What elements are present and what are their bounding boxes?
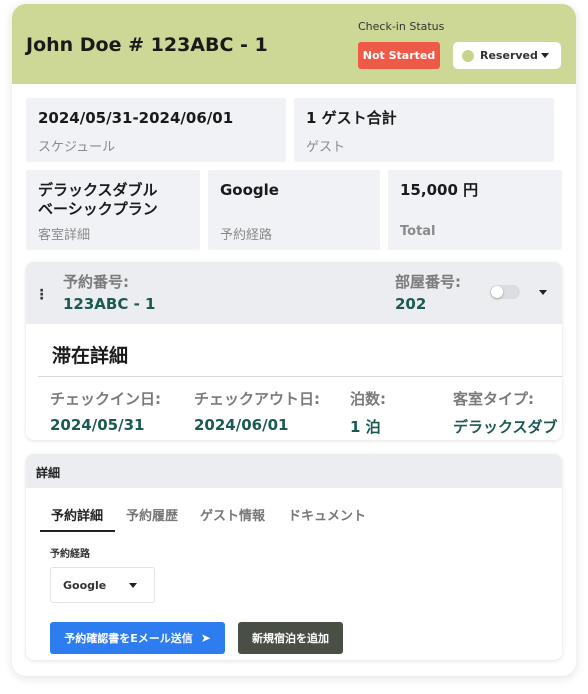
reservation-number-value: 123ABC - 1	[63, 295, 156, 313]
total-value: 15,000 円	[400, 181, 479, 199]
room-toggle[interactable]	[490, 285, 520, 299]
details-panel-header: 詳細	[26, 454, 562, 488]
reservation-panel: · · · 予約番号: 123ABC - 1 部屋番号: 202 滞在詳細 チェック…	[26, 262, 562, 440]
room-value-line1: デラックスダブル	[38, 181, 158, 199]
checkin-status-badge[interactable]: Not Started	[358, 42, 440, 69]
stay-details-title: 滞在詳細	[52, 345, 129, 367]
checkout-date-value: 2024/06/01	[194, 416, 289, 434]
chevron-down-icon	[129, 583, 137, 588]
guests-box: 1 ゲスト合計 ゲスト	[294, 98, 554, 162]
guests-value: 1 ゲスト合計	[306, 109, 397, 127]
stay-divider	[38, 376, 562, 377]
schedule-value: 2024/05/31-2024/06/01	[38, 109, 234, 127]
send-arrow-icon: ➤	[200, 631, 211, 645]
source-select-value: Google	[63, 578, 107, 592]
room-label: 客室詳細	[38, 228, 91, 243]
nights-label: 泊数:	[350, 390, 386, 408]
toggle-knob	[491, 286, 503, 298]
room-value-line2: ベーシックプラン	[38, 200, 158, 218]
expand-chevron-icon[interactable]	[539, 290, 547, 295]
room-type-value: デラックスダブ	[453, 418, 558, 436]
reservation-panel-header: · · · 予約番号: 123ABC - 1 部屋番号: 202	[26, 262, 562, 324]
details-panel: 詳細 予約詳細 予約履歴 ゲスト情報 ドキュメント 予約経路 Google 予約…	[26, 454, 562, 660]
room-box: デラックスダブル ベーシックプラン 客室詳細	[26, 170, 200, 250]
room-number-value: 202	[395, 295, 427, 313]
details-title: 詳細	[36, 466, 61, 480]
send-email-label: 予約確認書をEメール送信	[64, 632, 193, 645]
channel-value: Google	[220, 181, 279, 199]
reservation-status-select[interactable]: Reserved	[453, 42, 561, 69]
guests-label: ゲスト	[306, 140, 346, 155]
schedule-label: スケジュール	[38, 140, 116, 155]
reservation-number-label: 予約番号:	[63, 273, 129, 291]
status-dot-icon	[462, 49, 474, 62]
channel-box: Google 予約経路	[208, 170, 380, 250]
reservation-card: John Doe # 123ABC - 1 Check-in Status No…	[12, 4, 576, 676]
room-value: デラックスダブル ベーシックプラン	[38, 181, 158, 219]
send-confirmation-email-button[interactable]: 予約確認書をEメール送信 ➤	[50, 622, 225, 654]
tab-reservation-history[interactable]: 予約履歴	[126, 505, 178, 524]
checkin-status-label: Check-in Status	[358, 20, 445, 33]
reservation-header: John Doe # 123ABC - 1 Check-in Status No…	[12, 4, 576, 84]
room-type-label: 客室タイプ:	[453, 390, 534, 408]
chevron-down-icon	[541, 53, 549, 58]
checkin-date-value: 2024/05/31	[50, 416, 145, 434]
active-tab-indicator	[40, 530, 115, 532]
tab-reservation-details[interactable]: 予約詳細	[51, 505, 103, 524]
channel-label: 予約経路	[220, 228, 273, 243]
total-box: 15,000 円 Total	[388, 170, 562, 250]
total-label: Total	[400, 224, 436, 239]
kebab-menu-icon[interactable]: · · ·	[39, 284, 44, 306]
tab-documents[interactable]: ドキュメント	[288, 505, 366, 524]
checkin-date-label: チェックイン日:	[50, 390, 161, 408]
guest-title: John Doe # 123ABC - 1	[26, 34, 268, 56]
reservation-status-value: Reserved	[480, 49, 538, 62]
room-number-label: 部屋番号:	[395, 273, 461, 291]
add-new-stay-button[interactable]: 新規宿泊を追加	[238, 622, 343, 654]
source-label: 予約経路	[50, 549, 90, 560]
source-select[interactable]: Google	[50, 567, 155, 603]
schedule-box: 2024/05/31-2024/06/01 スケジュール	[26, 98, 286, 162]
checkout-date-label: チェックアウト日:	[194, 390, 320, 408]
tab-guest-info[interactable]: ゲスト情報	[200, 505, 265, 524]
nights-value: 1 泊	[350, 418, 381, 436]
